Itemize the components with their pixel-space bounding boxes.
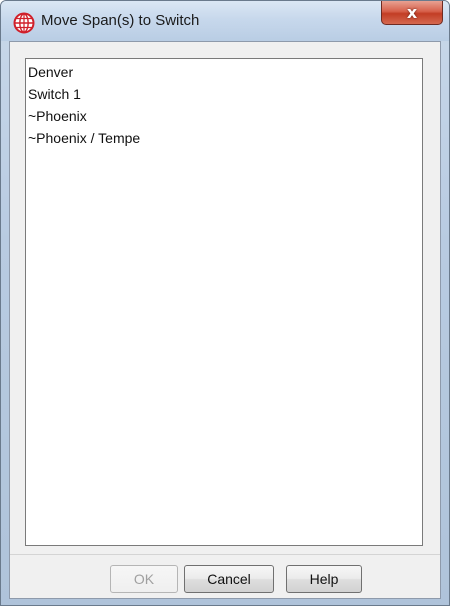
close-icon: x — [406, 2, 418, 22]
move-spans-dialog: Move Span(s) to Switch x Denver Switch 1… — [0, 0, 450, 606]
help-button[interactable]: Help — [286, 565, 362, 593]
switch-list[interactable]: Denver Switch 1 ~Phoenix ~Phoenix / Temp… — [25, 58, 423, 546]
title-bar[interactable]: Move Span(s) to Switch x — [1, 1, 449, 41]
list-item-switch-1[interactable]: Switch 1 — [28, 83, 420, 105]
globe-icon — [13, 12, 35, 34]
dialog-body: Denver Switch 1 ~Phoenix ~Phoenix / Temp… — [9, 41, 441, 599]
button-bar: OK Cancel Help — [10, 554, 440, 599]
list-item-phoenix[interactable]: ~Phoenix — [28, 105, 420, 127]
close-button[interactable]: x — [381, 1, 443, 25]
window-title: Move Span(s) to Switch — [41, 12, 200, 29]
ok-button[interactable]: OK — [110, 565, 178, 593]
list-item-phoenix-tempe[interactable]: ~Phoenix / Tempe — [28, 127, 420, 149]
list-item-denver[interactable]: Denver — [28, 61, 420, 83]
cancel-button[interactable]: Cancel — [184, 565, 274, 593]
